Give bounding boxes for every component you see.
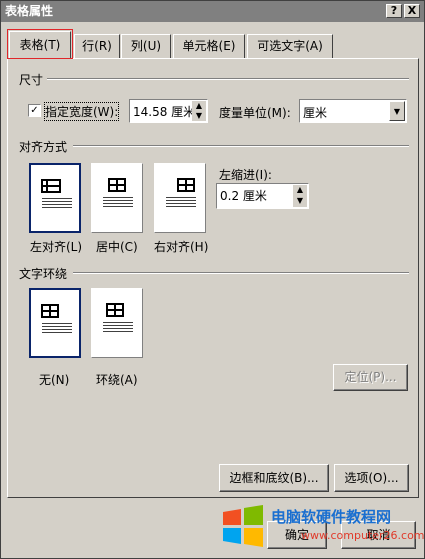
- table-none-icon: [41, 304, 59, 318]
- wrap-around-option[interactable]: [91, 288, 143, 358]
- align-left-label: 左对齐(L): [30, 240, 83, 254]
- title-bar: 表格属性 ? X: [1, 1, 424, 22]
- wrapping-group-label: 文字环绕: [19, 267, 68, 281]
- align-center-option[interactable]: [91, 163, 143, 233]
- size-group-label: 尺寸: [19, 73, 44, 87]
- specify-width-checkbox[interactable]: ✓: [28, 104, 41, 117]
- help-button[interactable]: ?: [386, 4, 402, 18]
- indent-spin-arrows[interactable]: ▲ ▼: [293, 185, 307, 207]
- wrap-none-label: 无(N): [39, 373, 70, 387]
- tab-row[interactable]: 行(R): [74, 34, 120, 58]
- tab-alt-text[interactable]: 可选文字(A): [247, 34, 333, 58]
- width-spin-arrows[interactable]: ▲ ▼: [192, 101, 206, 121]
- measure-in-label: 度量单位(M):: [219, 106, 291, 120]
- positioning-button[interactable]: 定位(P)...: [333, 364, 408, 391]
- spin-down-icon[interactable]: ▼: [192, 111, 206, 121]
- table-around-icon: [106, 303, 124, 317]
- alignment-group-label: 对齐方式: [19, 140, 68, 154]
- indent-value: 0.2 厘米: [220, 189, 267, 203]
- borders-shading-button[interactable]: 边框和底纹(B)...: [219, 464, 329, 492]
- align-center-label: 居中(C): [96, 240, 138, 254]
- watermark-title: 电脑软硬件教程网: [271, 508, 392, 526]
- align-right-label: 右对齐(H): [154, 240, 209, 254]
- spin-up-icon[interactable]: ▲: [293, 185, 307, 196]
- indent-label: 左缩进(I):: [219, 168, 272, 182]
- align-left-option[interactable]: [29, 163, 81, 233]
- windows-logo-icon: [223, 505, 263, 547]
- spin-down-icon[interactable]: ▼: [293, 196, 307, 207]
- text-lines-icon: [166, 197, 196, 209]
- wrap-none-option[interactable]: [29, 288, 81, 358]
- specify-width-label[interactable]: 指定宽度(W):: [43, 102, 120, 121]
- align-right-option[interactable]: [154, 163, 206, 233]
- text-lines-icon: [42, 198, 72, 210]
- dialog-title: 表格属性: [5, 4, 54, 18]
- tab-panel: [7, 58, 419, 498]
- close-button[interactable]: X: [404, 4, 420, 18]
- table-right-icon: [177, 178, 195, 192]
- table-properties-dialog: 表格属性 ? X 表格(T) 行(R) 列(U) 单元格(E) 可选文字(A) …: [0, 0, 425, 559]
- width-spinner[interactable]: 14.58 厘米 ▲ ▼: [129, 99, 208, 123]
- spin-up-icon[interactable]: ▲: [192, 101, 206, 111]
- table-center-icon: [108, 178, 126, 192]
- table-left-icon: [41, 179, 61, 193]
- alignment-group-divider: [73, 145, 409, 147]
- text-lines-icon: [103, 322, 133, 334]
- wrapping-group-divider: [73, 272, 409, 274]
- width-value: 14.58 厘米: [133, 105, 196, 119]
- options-button[interactable]: 选项(O)...: [334, 464, 409, 492]
- text-lines-icon: [42, 323, 72, 335]
- indent-spinner[interactable]: 0.2 厘米 ▲ ▼: [216, 183, 309, 209]
- watermark-url: www.computer26.com: [301, 529, 425, 542]
- measure-in-value: 厘米: [303, 106, 328, 120]
- chevron-down-icon[interactable]: ▼: [389, 101, 405, 121]
- tab-column[interactable]: 列(U): [121, 34, 171, 58]
- size-group-divider: [47, 78, 409, 80]
- measure-in-select[interactable]: 厘米 ▼: [299, 99, 407, 123]
- wrap-around-label: 环绕(A): [96, 373, 138, 387]
- text-lines-icon: [103, 197, 133, 209]
- tab-table[interactable]: 表格(T): [9, 31, 71, 59]
- tab-cell[interactable]: 单元格(E): [173, 34, 245, 58]
